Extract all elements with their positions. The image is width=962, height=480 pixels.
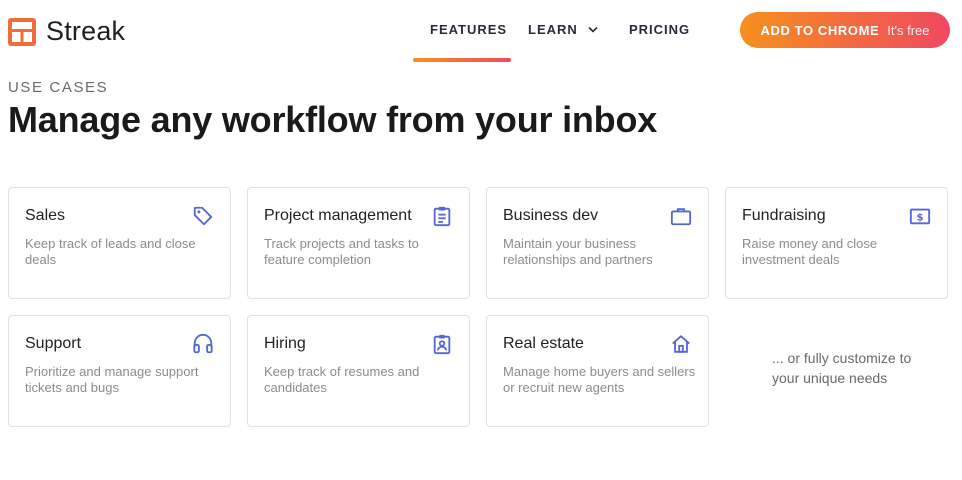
chevron-down-icon (588, 26, 598, 33)
use-case-card-real-estate[interactable]: Real estate Manage home buyers and selle… (486, 315, 709, 427)
card-title: Support (25, 335, 82, 352)
page-title: Manage any workflow from your inbox (8, 99, 658, 140)
nav-features[interactable]: FEATURES (430, 22, 507, 37)
card-description: Track projects and tasks to feature comp… (264, 236, 419, 267)
cta-sub-label: It's free (887, 22, 930, 38)
card-description: Manage home buyers and sellers or recrui… (503, 364, 696, 395)
nav-pricing[interactable]: PRICING (629, 22, 690, 37)
logo-text: Streak (46, 16, 126, 46)
svg-text:$: $ (916, 213, 923, 224)
cta-main-label: ADD TO CHROME (760, 22, 880, 38)
use-case-card-fundraising[interactable]: Fundraising Raise money and close invest… (725, 187, 948, 299)
card-description: Maintain your business relationships and… (503, 236, 653, 267)
clipboard-list-icon (433, 206, 451, 227)
streak-logo-icon (8, 17, 36, 46)
nav-active-indicator (413, 58, 511, 62)
nav-learn-label: LEARN (528, 22, 578, 37)
briefcase-icon (670, 208, 692, 226)
headphones-icon (193, 334, 213, 354)
tag-icon (193, 206, 213, 226)
card-description: Keep track of leads and close deals (25, 236, 196, 267)
card-title: Project management (264, 207, 412, 224)
use-case-card-support[interactable]: Support Prioritize and manage support ti… (8, 315, 231, 427)
card-description: Prioritize and manage support tickets an… (25, 364, 199, 395)
card-title: Fundraising (742, 207, 826, 224)
use-case-card-hiring[interactable]: Hiring Keep track of resumes and candida… (247, 315, 470, 427)
card-title: Hiring (264, 335, 306, 352)
streak-logo[interactable]: Streak (8, 16, 125, 47)
use-case-card-business-dev[interactable]: Business dev Maintain your business rela… (486, 187, 709, 299)
customize-note: ... or fully customize to your unique ne… (772, 350, 912, 386)
card-title: Real estate (503, 335, 584, 352)
nav-learn[interactable]: LEARN (528, 22, 598, 37)
section-eyebrow: USE CASES (8, 79, 109, 96)
card-title: Sales (25, 207, 66, 224)
card-title: Business dev (503, 207, 599, 224)
dollar-bill-icon: $ (909, 208, 931, 225)
use-case-card-project-management[interactable]: Project management Track projects and ta… (247, 187, 470, 299)
add-to-chrome-button[interactable]: ADD TO CHROME It's free (740, 12, 950, 48)
card-description: Keep track of resumes and candidates (264, 364, 420, 395)
use-case-card-sales[interactable]: Sales Keep track of leads and close deal… (8, 187, 231, 299)
house-icon (672, 335, 690, 353)
card-description: Raise money and close investment deals (742, 236, 878, 267)
id-badge-icon (433, 334, 451, 355)
